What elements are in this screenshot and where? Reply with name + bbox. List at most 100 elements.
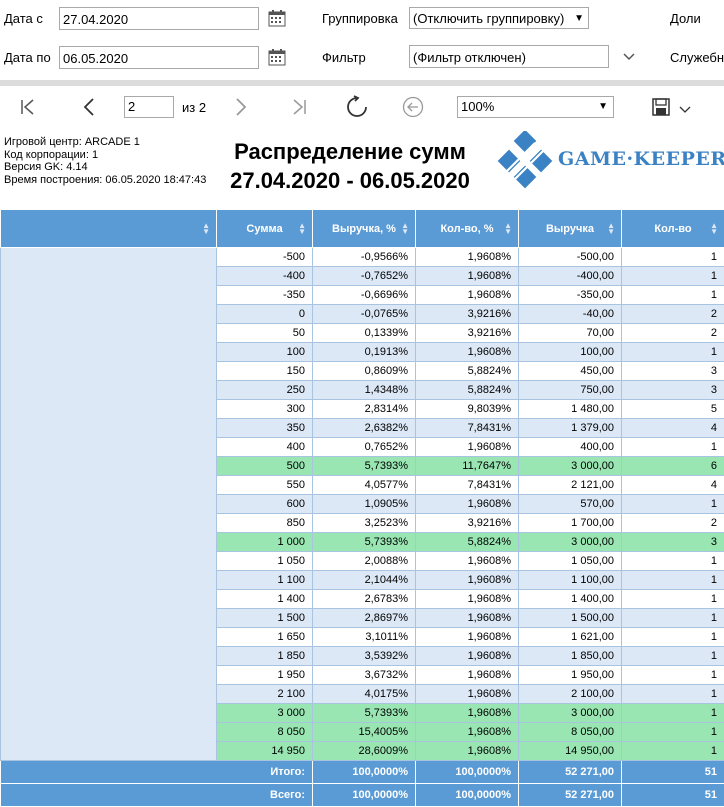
table-cell: 8 050 [217, 723, 313, 742]
totals-label: Всего: [1, 784, 313, 807]
date-to-field[interactable]: 06.05.2020 [59, 46, 259, 69]
table-cell: 4 [622, 476, 724, 495]
table-cell: 0,1339% [313, 324, 416, 343]
table-cell: -0,6696% [313, 286, 416, 305]
table-cell: -350,00 [519, 286, 622, 305]
table-cell: 2,6382% [313, 419, 416, 438]
grouping-label: Группировка [322, 11, 398, 26]
column-header[interactable]: Кол-во ▲▼ [622, 210, 724, 248]
column-header[interactable]: Выручка, %▲▼ [313, 210, 416, 248]
table-cell: 14 950,00 [519, 742, 622, 761]
totals-cell: 100,0000% [313, 784, 416, 807]
table-cell: 1 [622, 609, 724, 628]
column-header[interactable]: Сумма▲▼ [217, 210, 313, 248]
refresh-icon[interactable] [345, 95, 369, 119]
table-cell: -0,7652% [313, 267, 416, 286]
table-cell: 3,9216% [416, 324, 519, 343]
table-cell: 2 100 [217, 685, 313, 704]
last-page-icon[interactable] [290, 98, 308, 116]
table-cell: 0,1913% [313, 343, 416, 362]
table-cell: 300 [217, 400, 313, 419]
date-from-field[interactable]: 27.04.2020 [59, 7, 259, 30]
table-cell: 2,0088% [313, 552, 416, 571]
table-cell: 5,8824% [416, 381, 519, 400]
sort-icon[interactable]: ▲▼ [401, 223, 409, 235]
grouping-select[interactable]: (Отключить группировку) ▼ [409, 7, 589, 29]
column-header-label: Кол-во, % [440, 223, 493, 235]
group-column-header[interactable]: ▲▼ [1, 210, 217, 248]
table-cell: 1,9608% [416, 723, 519, 742]
sort-icon[interactable]: ▲▼ [607, 223, 615, 235]
table-cell: 1 [622, 628, 724, 647]
table-cell: 7,8431% [416, 419, 519, 438]
totals-row: Итого:100,0000%100,0000%52 271,0051 [1, 761, 724, 784]
table-cell: 1 100 [217, 571, 313, 590]
table-cell: 1,9608% [416, 248, 519, 267]
table-cell: 550 [217, 476, 313, 495]
table-cell: 2,6783% [313, 590, 416, 609]
chevron-down-icon[interactable] [679, 106, 691, 114]
table-cell: 3 000 [217, 704, 313, 723]
table-cell: 1,9608% [416, 571, 519, 590]
sort-icon[interactable]: ▲▼ [298, 223, 306, 235]
table-cell: 1,9608% [416, 666, 519, 685]
table-cell: 2 [622, 324, 724, 343]
logo-text: GAME·KEEPER [558, 148, 724, 170]
table-cell: 1 500,00 [519, 609, 622, 628]
report-table: ▲▼ Сумма▲▼ Выручка, %▲▼ Кол-во, % ▲▼ Выру… [0, 209, 724, 807]
table-cell: 1,9608% [416, 628, 519, 647]
table-cell: 3 [622, 381, 724, 400]
table-cell: 1 [622, 571, 724, 590]
table-cell: -400,00 [519, 267, 622, 286]
totals-row: Всего:100,0000%100,0000%52 271,0051 [1, 784, 724, 807]
page-number-input[interactable]: 2 [124, 96, 174, 118]
table-cell: 1 480,00 [519, 400, 622, 419]
table-cell: 3,9216% [416, 305, 519, 324]
save-icon[interactable] [651, 97, 671, 117]
table-cell: 1,9608% [416, 704, 519, 723]
first-page-icon[interactable] [19, 98, 37, 116]
table-cell: 1,9608% [416, 495, 519, 514]
table-cell: 1 [622, 685, 724, 704]
table-cell: 4,0175% [313, 685, 416, 704]
table-cell: 850 [217, 514, 313, 533]
table-cell: 1 500 [217, 609, 313, 628]
sort-icon[interactable]: ▲▼ [202, 223, 210, 235]
table-cell: 1 000 [217, 533, 313, 552]
totals-label: Итого: [1, 761, 313, 784]
table-cell: 1 [622, 267, 724, 286]
table-cell: 1,9608% [416, 742, 519, 761]
table-cell: 4,0577% [313, 476, 416, 495]
table-cell: 1 700,00 [519, 514, 622, 533]
sort-icon[interactable]: ▲▼ [710, 223, 718, 235]
table-cell: 7,8431% [416, 476, 519, 495]
calendar-icon[interactable] [268, 9, 286, 27]
table-cell: 0 [217, 305, 313, 324]
table-cell: 1,9608% [416, 267, 519, 286]
report-info: Игровой центр: ARCADE 1 Код корпорации: … [4, 136, 206, 186]
table-cell: 1 [622, 742, 724, 761]
column-header[interactable]: Выручка▲▼ [519, 210, 622, 248]
zoom-select[interactable]: 100% ▼ [457, 96, 614, 118]
table-cell: 150 [217, 362, 313, 381]
table-cell: 2 100,00 [519, 685, 622, 704]
column-header-label: Кол-во [654, 223, 691, 235]
back-icon[interactable] [402, 96, 424, 118]
table-cell: 3 [622, 362, 724, 381]
table-cell: 1 [622, 552, 724, 571]
table-cell: 2,1044% [313, 571, 416, 590]
table-cell: 15,4005% [313, 723, 416, 742]
table-cell: 3,1011% [313, 628, 416, 647]
previous-page-icon[interactable] [80, 97, 98, 117]
table-cell: 2,8314% [313, 400, 416, 419]
sort-icon[interactable]: ▲▼ [504, 223, 512, 235]
filter-field[interactable]: (Фильтр отключен) [409, 45, 609, 68]
calendar-icon[interactable] [268, 48, 286, 66]
table-cell: 1 [622, 438, 724, 457]
table-cell: 1 950,00 [519, 666, 622, 685]
filter-label: Фильтр [322, 50, 366, 65]
chevron-down-icon[interactable] [622, 52, 636, 62]
column-header[interactable]: Кол-во, % ▲▼ [416, 210, 519, 248]
next-page-icon[interactable] [232, 97, 250, 117]
table-cell: 5,8824% [416, 533, 519, 552]
